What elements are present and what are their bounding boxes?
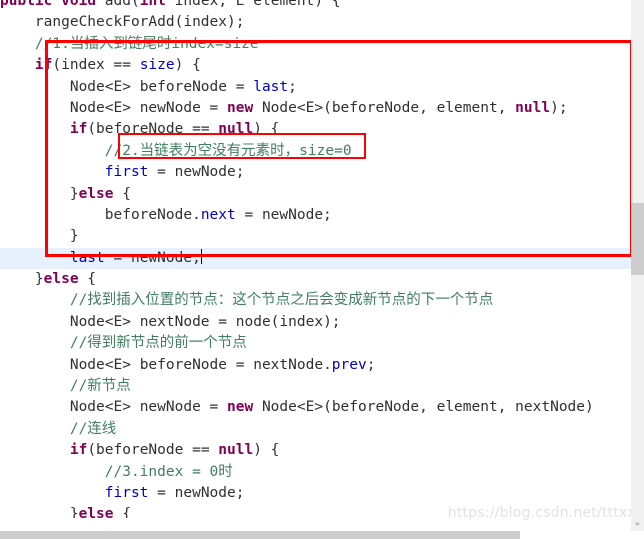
- code-line[interactable]: if(beforeNode == null) {: [0, 440, 631, 461]
- code-line[interactable]: Node<E> newNode = new Node<E>(beforeNode…: [0, 98, 631, 119]
- text-caret: [200, 248, 202, 264]
- code-line[interactable]: //1.当插入到链尾时index=size: [0, 34, 631, 55]
- code-line[interactable]: //连线: [0, 419, 631, 440]
- code-line[interactable]: if(beforeNode == null) {: [0, 119, 631, 140]
- code-line[interactable]: Node<E> beforeNode = nextNode.prev;: [0, 355, 631, 376]
- watermark-text: https://blog.csdn.net/tttxx: [447, 505, 636, 521]
- code-line[interactable]: Node<E> beforeNode = last;: [0, 77, 631, 98]
- code-line[interactable]: //2.当链表为空没有元素时，size=0: [0, 141, 631, 162]
- code-line[interactable]: if(index == size) {: [0, 55, 631, 76]
- code-line[interactable]: //得到新节点的前一个节点: [0, 333, 631, 354]
- code-line[interactable]: public void add(int index, E element) {: [0, 0, 631, 12]
- vertical-scrollbar[interactable]: ⌄: [631, 0, 644, 531]
- scroll-down-arrow-icon[interactable]: ⌄: [631, 515, 644, 531]
- code-line[interactable]: //新节点: [0, 376, 631, 397]
- code-line[interactable]: }else {: [0, 184, 631, 205]
- code-line-current[interactable]: last = newNode;: [0, 247, 631, 270]
- code-text-area[interactable]: public void add(int index, E element) { …: [0, 0, 631, 518]
- code-line[interactable]: first = newNode;: [0, 162, 631, 183]
- code-line[interactable]: //3.index = 0时: [0, 462, 631, 483]
- horizontal-scrollbar[interactable]: [0, 531, 644, 539]
- horizontal-scrollbar-thumb[interactable]: [0, 531, 520, 539]
- code-line[interactable]: }: [0, 226, 631, 247]
- code-editor-window: public void add(int index, E element) { …: [0, 0, 644, 539]
- code-line[interactable]: beforeNode.next = newNode;: [0, 205, 631, 226]
- code-line[interactable]: first = newNode;: [0, 483, 631, 504]
- code-line[interactable]: rangeCheckForAdd(index);: [0, 12, 631, 33]
- code-line[interactable]: Node<E> newNode = new Node<E>(beforeNode…: [0, 397, 631, 418]
- code-line[interactable]: //找到插入位置的节点：这个节点之后会变成新节点的下一个节点: [0, 290, 631, 311]
- vertical-scrollbar-thumb[interactable]: [631, 203, 644, 275]
- code-line[interactable]: Node<E> nextNode = node(index);: [0, 312, 631, 333]
- code-line[interactable]: }else {: [0, 269, 631, 290]
